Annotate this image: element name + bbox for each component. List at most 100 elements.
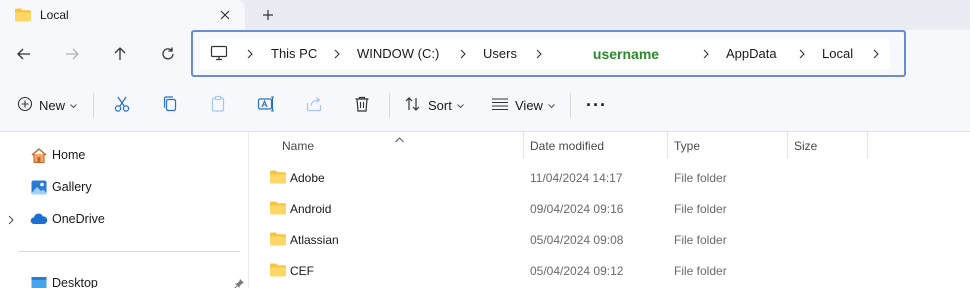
pin-icon[interactable] [233,278,245,288]
sort-label: Sort [428,97,452,113]
navigation-pane: Home Gallery OneDrive Desktop [0,132,249,288]
rename-icon [257,95,275,116]
command-bar: New Sort View ··· [0,78,970,132]
sidebar-item-onedrive[interactable]: OneDrive [0,206,249,232]
column-divider[interactable] [787,132,788,159]
tab-strip: Local [0,0,970,30]
folder-icon [14,7,32,25]
refresh-icon[interactable] [156,42,180,66]
file-type: File folder [674,171,727,185]
copy-icon [161,95,179,116]
folder-icon [269,169,287,187]
plus-circle-icon [17,96,33,115]
more-options-button[interactable]: ··· [586,93,607,117]
view-button[interactable]: View [491,93,555,117]
paste-button[interactable] [209,93,227,117]
folder-icon [269,200,287,218]
breadcrumb-drive[interactable]: WINDOW (C:) [357,46,439,61]
address-bar[interactable]: This PC WINDOW (C:) Users username AppDa… [191,30,906,77]
share-button[interactable] [305,93,323,117]
navigation-bar: This PC WINDOW (C:) Users username AppDa… [0,30,970,78]
view-list-icon [491,97,509,114]
table-row[interactable]: Android 09/04/2024 09:16 File folder [250,195,970,223]
sidebar-item-home[interactable]: Home [0,142,249,168]
file-name: Atlassian [290,233,339,247]
breadcrumb-appdata[interactable]: AppData [726,46,777,61]
column-divider[interactable] [867,132,868,159]
tab-title: Local [40,8,69,22]
sidebar-item-label: Home [52,148,86,162]
monitor-icon[interactable] [210,45,228,64]
column-header-date-modified[interactable]: Date modified [530,139,604,153]
sort-caret-icon [395,132,404,146]
new-label: New [39,97,66,113]
delete-button[interactable] [353,93,371,117]
divider [389,93,390,117]
sort-arrows-icon [404,96,422,115]
divider [570,93,571,117]
file-date-modified: 05/04/2024 09:08 [530,233,624,247]
chevron-right-icon[interactable] [797,47,807,61]
breadcrumb-local[interactable]: Local [822,46,853,61]
column-header-name[interactable]: Name [282,139,314,153]
close-tab-icon[interactable] [214,4,236,26]
file-name: Android [290,202,332,216]
tab-local[interactable]: Local [0,0,245,30]
folder-icon [269,262,287,280]
column-header-type[interactable]: Type [674,139,700,153]
file-date-modified: 11/04/2024 14:17 [530,171,623,185]
rename-button[interactable] [257,93,275,117]
file-list: Name Date modified Type Size Adobe 11/04… [250,132,970,288]
file-type: File folder [674,233,727,247]
cloud-icon [30,210,48,228]
chevron-right-icon[interactable] [701,47,711,61]
chevron-right-icon[interactable] [8,214,14,228]
file-type: File folder [674,202,727,216]
copy-button[interactable] [161,93,179,117]
chevron-down-icon [70,98,77,112]
home-icon [30,146,48,164]
sidebar-item-desktop[interactable]: Desktop [0,270,249,288]
more-options-icon: ··· [586,95,607,115]
file-date-modified: 09/04/2024 09:16 [530,202,624,216]
column-divider[interactable] [667,132,668,159]
table-row[interactable]: Atlassian 05/04/2024 09:08 File folder [250,226,970,254]
file-type: File folder [674,264,727,278]
folder-icon [269,231,287,249]
sidebar-item-gallery[interactable]: Gallery [0,174,249,200]
chevron-right-icon[interactable] [332,47,342,61]
view-label: View [515,97,543,113]
chevron-down-icon [548,98,555,112]
sidebar-item-label: Gallery [52,180,92,194]
column-divider[interactable] [523,132,524,159]
table-row[interactable]: Adobe 11/04/2024 14:17 File folder [250,164,970,192]
forward-arrow-icon[interactable] [60,42,84,66]
chevron-right-icon[interactable] [871,47,881,61]
share-icon [305,95,323,116]
sidebar-item-label: Desktop [52,276,98,288]
divider [93,93,94,117]
chevron-down-icon [456,98,464,112]
desktop-icon [30,274,48,288]
breadcrumb-this-pc[interactable]: This PC [271,46,317,61]
file-date-modified: 05/04/2024 09:12 [530,264,624,278]
chevron-right-icon[interactable] [534,47,544,61]
up-arrow-icon[interactable] [108,42,132,66]
table-row[interactable]: CEF 05/04/2024 09:12 File folder [250,257,970,285]
breadcrumb-users[interactable]: Users [483,46,517,61]
back-arrow-icon[interactable] [12,42,36,66]
new-tab-icon[interactable] [257,4,279,26]
trash-icon [353,95,371,116]
gallery-icon [30,178,48,196]
chevron-right-icon[interactable] [245,47,255,61]
scissors-icon [113,95,131,116]
chevron-right-icon[interactable] [458,47,468,61]
sort-button[interactable]: Sort [404,93,464,117]
sidebar-item-label: OneDrive [52,212,105,226]
clipboard-icon [209,95,227,116]
column-header-size[interactable]: Size [794,139,817,153]
file-name: Adobe [290,171,325,185]
new-button[interactable]: New [17,93,77,117]
cut-button[interactable] [113,93,131,117]
file-name: CEF [290,264,314,278]
